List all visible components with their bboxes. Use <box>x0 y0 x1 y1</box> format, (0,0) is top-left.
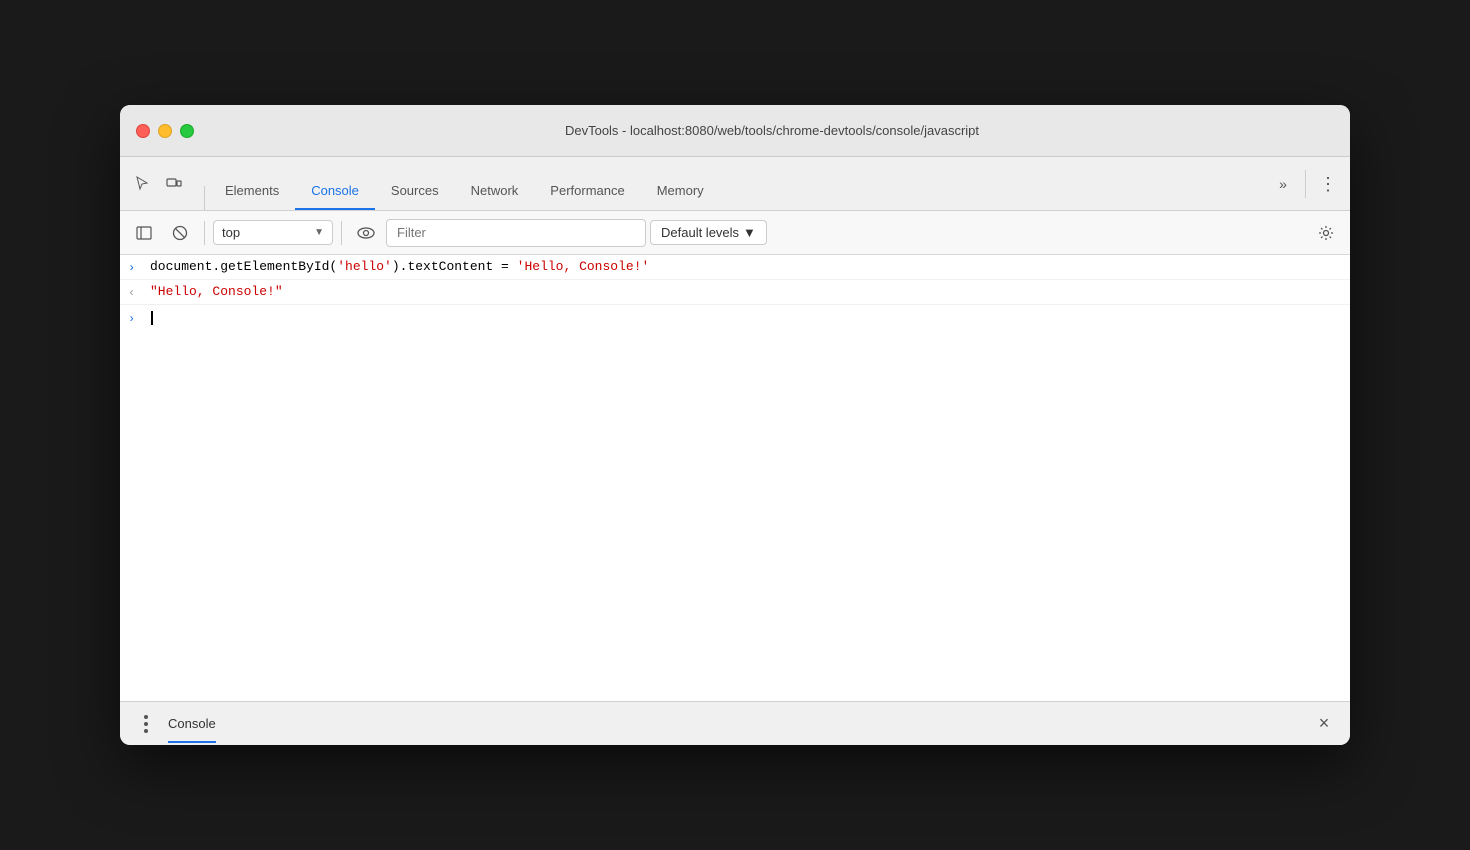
eye-icon <box>357 225 375 241</box>
tab-performance[interactable]: Performance <box>534 175 640 210</box>
output-value: "Hello, Console!" <box>150 284 283 299</box>
input-arrow-1: › <box>128 261 142 275</box>
tab-sources[interactable]: Sources <box>375 175 455 210</box>
title-bar: DevTools - localhost:8080/web/tools/chro… <box>120 105 1350 157</box>
tab-right-divider <box>1305 170 1306 198</box>
devtools-window: DevTools - localhost:8080/web/tools/chro… <box>120 105 1350 745</box>
tab-console[interactable]: Console <box>295 175 375 210</box>
tab-elements[interactable]: Elements <box>209 175 295 210</box>
console-output-content-1: "Hello, Console!" <box>150 284 1342 299</box>
tab-bar-left-icons <box>128 170 188 210</box>
more-tabs-button[interactable]: » <box>1269 170 1297 198</box>
tab-bar-right: » ⋮ <box>1269 170 1342 210</box>
sidebar-toggle-button[interactable] <box>128 217 160 249</box>
device-icon <box>166 176 182 192</box>
context-selector[interactable]: top ▼ <box>213 220 333 245</box>
tab-bar: Elements Console Sources Network Perform… <box>120 157 1350 211</box>
console-line-input-1[interactable]: › document.getElementById('hello').textC… <box>120 255 1350 280</box>
filter-input[interactable] <box>386 219 646 247</box>
code-segment-string-1: 'hello' <box>337 259 392 274</box>
eye-button[interactable] <box>350 217 382 249</box>
minimize-button[interactable] <box>158 124 172 138</box>
bottom-bar: Console × <box>120 701 1350 745</box>
console-toolbar: top ▼ Default levels ▼ <box>120 211 1350 255</box>
clear-console-button[interactable] <box>164 217 196 249</box>
device-toolbar-button[interactable] <box>160 170 188 198</box>
tab-network[interactable]: Network <box>455 175 535 210</box>
tab-memory[interactable]: Memory <box>641 175 720 210</box>
block-icon <box>172 225 188 241</box>
cursor <box>151 311 153 325</box>
console-output: › document.getElementById('hello').textC… <box>120 255 1350 701</box>
window-title: DevTools - localhost:8080/web/tools/chro… <box>210 123 1334 138</box>
code-segment-string-2: 'Hello, Console!' <box>517 259 650 274</box>
output-arrow-1: ‹ <box>128 286 142 300</box>
tab-left-divider <box>204 186 205 210</box>
sidebar-icon <box>136 225 152 241</box>
toolbar-divider-1 <box>204 221 205 245</box>
maximize-button[interactable] <box>180 124 194 138</box>
levels-dropdown-arrow: ▼ <box>743 225 756 240</box>
console-line-content-1: document.getElementById('hello').textCon… <box>150 259 1342 274</box>
gear-icon <box>1318 225 1334 241</box>
log-levels-button[interactable]: Default levels ▼ <box>650 220 767 245</box>
bottom-close-button[interactable]: × <box>1310 710 1338 738</box>
bottom-console-label[interactable]: Console <box>168 716 216 731</box>
code-segment: document.getElementById( <box>150 259 337 274</box>
settings-button[interactable] <box>1310 217 1342 249</box>
console-prompt-line[interactable]: › <box>120 305 1350 331</box>
dot-1 <box>144 715 148 719</box>
console-line-output-1: ‹ "Hello, Console!" <box>120 280 1350 305</box>
cursor-icon <box>134 176 150 192</box>
close-button[interactable] <box>136 124 150 138</box>
prompt-arrow: › <box>128 312 142 326</box>
devtools-menu-button[interactable]: ⋮ <box>1314 170 1342 198</box>
bottom-dots-button[interactable] <box>132 710 160 738</box>
toolbar-divider-2 <box>341 221 342 245</box>
dot-2 <box>144 722 148 726</box>
context-dropdown-arrow: ▼ <box>314 227 324 238</box>
dot-3 <box>144 729 148 733</box>
inspect-icon-button[interactable] <box>128 170 156 198</box>
tabs-container: Elements Console Sources Network Perform… <box>209 175 1269 210</box>
code-segment-2: ).textContent = <box>392 259 517 274</box>
traffic-lights <box>136 124 194 138</box>
